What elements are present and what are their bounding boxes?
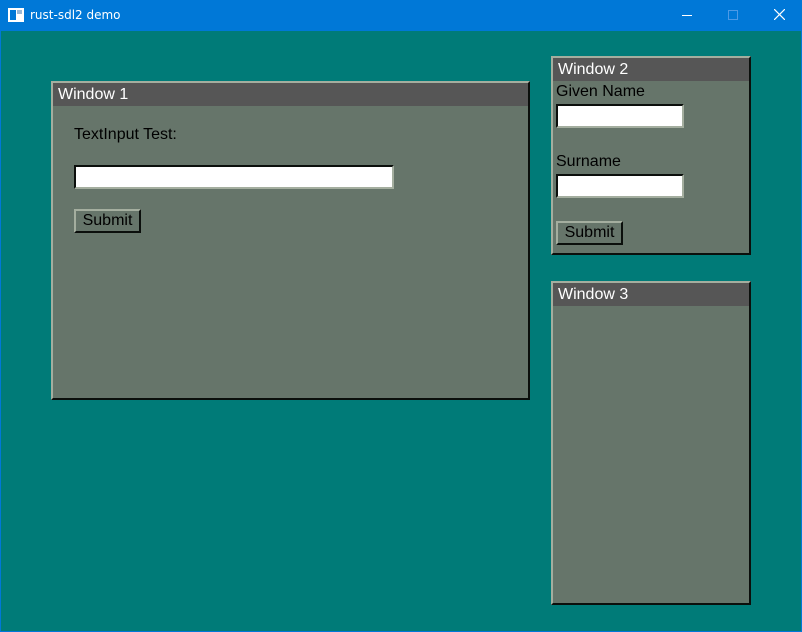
given-name-field[interactable] bbox=[556, 104, 684, 128]
surname-label: Surname bbox=[556, 153, 621, 170]
window-1-submit-button[interactable]: Submit bbox=[74, 209, 141, 233]
maximize-icon bbox=[728, 7, 738, 25]
app-window: rust-sdl2 demo Window 1 TextInput Test: bbox=[0, 0, 802, 632]
client-area: Window 1 TextInput Test: Submit Window 2… bbox=[1, 31, 801, 631]
window-app-icon[interactable] bbox=[8, 8, 24, 22]
surname-field[interactable] bbox=[556, 174, 684, 198]
minimize-button[interactable] bbox=[664, 0, 710, 31]
window-2-panel: Window 2 Given Name Surname Submit bbox=[551, 56, 751, 255]
textinput-test-field[interactable] bbox=[74, 165, 394, 189]
close-icon bbox=[773, 7, 785, 25]
window-1-panel: Window 1 TextInput Test: Submit bbox=[51, 81, 530, 400]
close-button[interactable] bbox=[756, 0, 802, 31]
window-3-title[interactable]: Window 3 bbox=[553, 283, 749, 306]
minimize-icon bbox=[682, 7, 692, 25]
window-2-title[interactable]: Window 2 bbox=[553, 58, 749, 81]
window-1-title[interactable]: Window 1 bbox=[53, 83, 528, 106]
textinput-test-label: TextInput Test: bbox=[74, 126, 177, 143]
window-2-submit-button[interactable]: Submit bbox=[556, 221, 623, 245]
maximize-button[interactable] bbox=[710, 0, 756, 31]
given-name-label: Given Name bbox=[556, 83, 645, 100]
window-title: rust-sdl2 demo bbox=[30, 8, 121, 22]
window-3-panel: Window 3 bbox=[551, 281, 751, 605]
title-bar[interactable]: rust-sdl2 demo bbox=[0, 0, 802, 31]
